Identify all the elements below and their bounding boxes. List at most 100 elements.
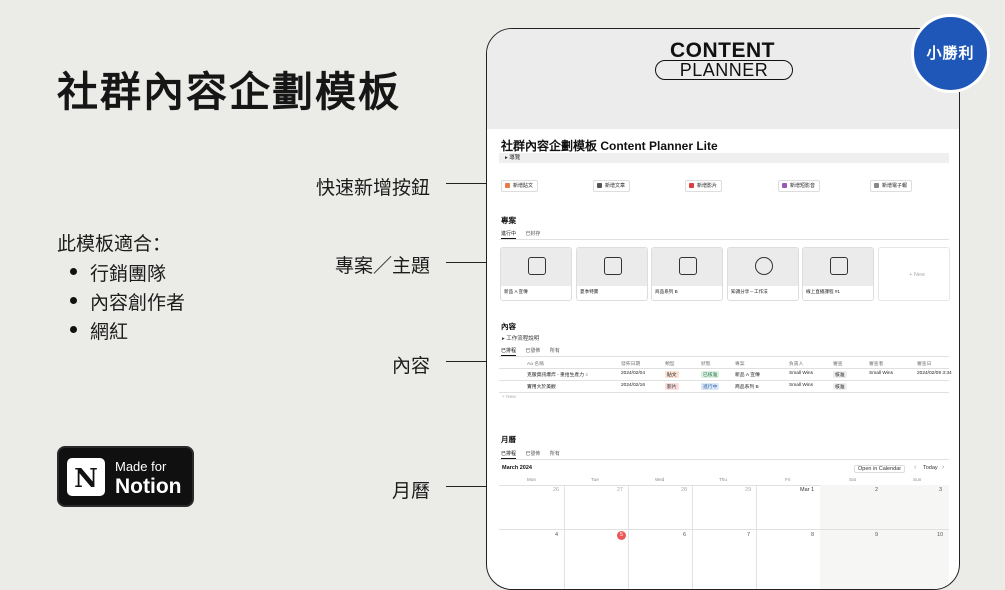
project-card[interactable]: 知識分享－工作法: [727, 247, 799, 301]
cover-brand-line2: PLANNER: [655, 60, 793, 80]
type-tag: 貼文: [665, 371, 679, 378]
today-button[interactable]: Today: [923, 465, 938, 471]
project-card[interactable]: 商品系列 B: [651, 247, 723, 301]
post-icon: [505, 182, 510, 188]
badge-line1: Made for: [115, 459, 167, 474]
callout-quick-add: 快速新增按鈕: [315, 178, 430, 199]
callout-content: 內容: [391, 356, 430, 377]
column-header: Aa 名稱: [527, 362, 544, 367]
content-name[interactable]: 實用大於美觀: [527, 383, 556, 390]
tab-scheduled[interactable]: 已排程: [501, 348, 517, 356]
owner: Small Wins: [789, 383, 813, 388]
add-article-button[interactable]: 新增文章: [593, 180, 631, 192]
project-link[interactable]: 商品系列 B: [735, 383, 759, 390]
article-icon: [597, 182, 602, 188]
project-card[interactable]: 夏季特賣: [576, 247, 648, 301]
day-number[interactable]: 10: [937, 532, 943, 538]
weekday-label: Thu: [719, 477, 727, 482]
tab-all[interactable]: 所有: [550, 451, 560, 457]
day-number[interactable]: 29: [745, 487, 751, 493]
workflow-toggle[interactable]: ▸ 工作流程說明: [502, 334, 539, 342]
callout-projects: 專案／主題: [334, 256, 430, 277]
tab-published[interactable]: 已發佈: [525, 348, 540, 354]
weekday-label: Sat: [849, 477, 856, 482]
day-number[interactable]: Mar 1: [800, 487, 814, 493]
divider: [499, 529, 949, 530]
brand-badge: 小勝利: [911, 14, 990, 93]
new-project-card[interactable]: + New: [878, 247, 950, 301]
day-number[interactable]: 2: [875, 487, 878, 493]
chevron-right-icon[interactable]: ›: [942, 464, 944, 471]
grid-line: [756, 485, 757, 589]
review-tag: 核准: [833, 383, 847, 390]
add-short-video-button[interactable]: 新增短影音: [778, 180, 821, 192]
page-title: 社群內容企劃模板: [57, 68, 401, 116]
review-date: 2024/02/09 3:34: [917, 371, 952, 376]
tab-scheduled[interactable]: 已排程: [501, 451, 517, 459]
tab-all[interactable]: 所有: [550, 348, 560, 354]
weekday-label: Sun: [913, 477, 922, 482]
column-header: 狀態: [701, 362, 711, 367]
grid-line: [692, 485, 693, 589]
column-header: 類型: [665, 362, 675, 367]
day-number[interactable]: 7: [747, 532, 750, 538]
chevron-left-icon[interactable]: ‹: [914, 464, 916, 471]
status-tag: 進行中: [701, 383, 720, 390]
projects-title: 專案: [501, 216, 516, 225]
notion-page-mockup: CONTENT PLANNER 社群內容企劃模板 Content Planner…: [486, 28, 960, 590]
calendar-month: March 2024: [502, 465, 532, 471]
content-tabs: 已排程 已發佈 所有: [501, 347, 568, 356]
product-box-icon: [679, 257, 697, 275]
column-header: 負責人: [789, 362, 804, 367]
new-content-button[interactable]: + New: [502, 395, 516, 400]
suitability-item: 行銷團隊: [70, 259, 166, 286]
weekday-label: Wed: [655, 477, 665, 482]
tab-published[interactable]: 已發佈: [525, 451, 540, 457]
column-header: 審查者: [869, 362, 884, 367]
notion-page-title: 社群內容企劃模板 Content Planner Lite: [501, 139, 718, 153]
short-video-icon: [782, 182, 787, 188]
project-card[interactable]: 線上直播課程 #1: [802, 247, 874, 301]
day-number[interactable]: 3: [939, 487, 942, 493]
notion-logo-icon: N: [67, 458, 105, 496]
add-post-button[interactable]: 新增貼文: [501, 180, 539, 192]
tab-in-progress[interactable]: 進行中: [501, 231, 517, 239]
divider: [499, 459, 949, 460]
divider: [499, 368, 949, 369]
column-header: 審查日: [917, 362, 932, 367]
project-link[interactable]: 新品 A 宣傳: [735, 371, 760, 378]
weekend-shade: [820, 485, 949, 589]
column-header: 發佈日期: [621, 362, 641, 367]
lightbulb-icon: [755, 257, 773, 275]
day-number[interactable]: 9: [875, 532, 878, 538]
project-card[interactable]: 新品 A 宣傳: [500, 247, 572, 301]
today-marker[interactable]: 5: [617, 531, 626, 540]
reviewer: Small Wins: [869, 371, 893, 376]
type-tag: 影片: [665, 383, 679, 390]
column-header: 專案: [735, 362, 745, 367]
day-number[interactable]: 4: [555, 532, 558, 538]
divider: [499, 392, 949, 393]
day-number[interactable]: 8: [811, 532, 814, 538]
day-number[interactable]: 27: [617, 487, 623, 493]
guide-toggle[interactable]: ▸ 導覽: [499, 153, 949, 163]
day-number[interactable]: 26: [553, 487, 559, 493]
day-number[interactable]: 28: [681, 487, 687, 493]
tab-archived[interactable]: 已封存: [525, 231, 540, 237]
weekday-label: Mon: [527, 477, 536, 482]
status-tag: 已核准: [701, 371, 720, 378]
open-in-calendar-button[interactable]: Open in Calendar: [854, 465, 906, 473]
calendar-title: 月曆: [501, 435, 516, 444]
day-number[interactable]: 6: [683, 532, 686, 538]
publish-date: 2024/02/04: [621, 371, 646, 376]
content-title: 內容: [501, 322, 516, 331]
owner: Small Wins: [789, 371, 813, 376]
content-name[interactable]: 克服資訊爆炸 - 重拾生產力 2: [527, 371, 588, 378]
add-newsletter-button[interactable]: 新增電子報: [870, 180, 913, 192]
cover-banner: CONTENT PLANNER: [487, 29, 959, 129]
grid-line: [628, 485, 629, 589]
weekday-label: Tue: [591, 477, 599, 482]
add-video-button[interactable]: 新增影片: [685, 180, 723, 192]
divider: [499, 356, 949, 357]
calendar-tabs: 已排程 已發佈 所有: [501, 450, 568, 459]
